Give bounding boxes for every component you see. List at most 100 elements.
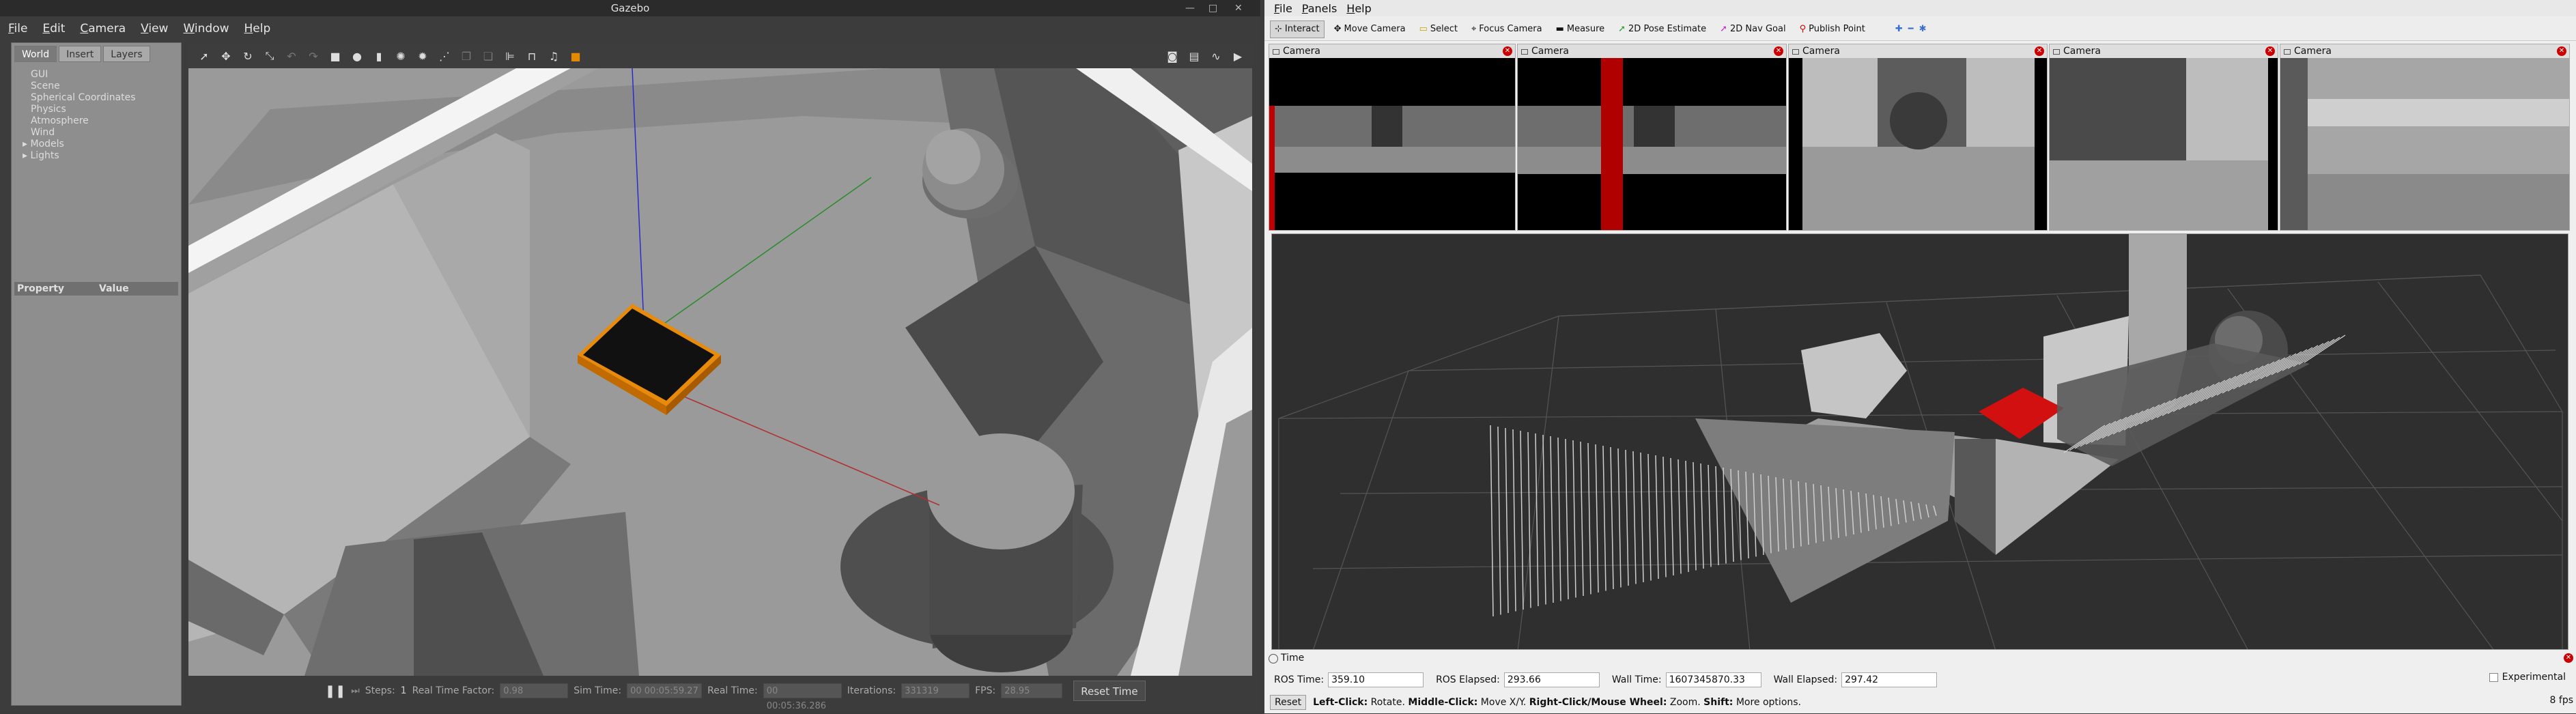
- tab-world[interactable]: World: [14, 46, 57, 62]
- tree-item-spherical[interactable]: Spherical Coordinates: [16, 92, 136, 104]
- close-icon[interactable]: ✕: [1503, 46, 1512, 56]
- close-icon[interactable]: ✕: [1234, 0, 1243, 16]
- directional-light-icon[interactable]: ⋰: [437, 48, 452, 63]
- move-camera-tool[interactable]: ✥ Move Camera: [1330, 20, 1410, 38]
- tree-item-physics[interactable]: Physics: [16, 104, 136, 115]
- camera-image: [2280, 58, 2569, 230]
- hint-left-key: Left-Click:: [1313, 697, 1368, 708]
- redo-icon[interactable]: ↷: [306, 48, 321, 63]
- paste-icon[interactable]: ❏: [481, 48, 496, 63]
- close-icon[interactable]: ✕: [1774, 46, 1783, 56]
- camera-header: Camera ✕: [2050, 44, 2278, 58]
- measure-tool[interactable]: ▬ Measure: [1552, 20, 1609, 38]
- close-icon[interactable]: ✕: [2557, 46, 2566, 56]
- scale-icon[interactable]: ⤡: [262, 48, 277, 63]
- rtf-value: 0.98: [500, 683, 569, 698]
- log-icon[interactable]: ▤: [1187, 48, 1202, 63]
- rotate-icon[interactable]: ↻: [240, 48, 255, 63]
- close-icon[interactable]: ✕: [2265, 46, 2275, 56]
- rviz-3d-viewport[interactable]: [1271, 233, 2568, 650]
- menu-panels[interactable]: Panels: [1302, 2, 1337, 15]
- hint-right-key: Right-Click/Mouse Wheel:: [1529, 697, 1667, 708]
- wall-time-field[interactable]: 1607345870.33: [1665, 672, 1761, 687]
- translate-icon[interactable]: ✥: [218, 48, 233, 63]
- minimize-icon[interactable]: —: [1185, 0, 1195, 16]
- camera-header: Camera ✕: [1518, 44, 1786, 58]
- tree-item-atmosphere[interactable]: Atmosphere: [16, 115, 136, 127]
- hint-left-text: Rotate.: [1368, 697, 1409, 708]
- plot-icon[interactable]: ∿: [1208, 48, 1223, 63]
- menu-window[interactable]: Window: [183, 22, 229, 35]
- pose-estimate-tool[interactable]: ➚ 2D Pose Estimate: [1614, 20, 1710, 38]
- menu-file[interactable]: File: [8, 22, 27, 35]
- focus-camera-icon: ⌖: [1471, 24, 1477, 34]
- video-icon[interactable]: ▶: [1230, 48, 1245, 63]
- tree-item-lights[interactable]: ▸ Lights: [16, 150, 136, 162]
- tree-item-wind[interactable]: Wind: [16, 127, 136, 139]
- tab-insert[interactable]: Insert: [59, 46, 102, 62]
- minus-icon[interactable]: ━: [1908, 24, 1914, 34]
- plus-icon[interactable]: ✚: [1895, 24, 1903, 34]
- menu-camera[interactable]: Camera: [80, 22, 126, 35]
- cylinder-icon[interactable]: ▮: [371, 48, 386, 63]
- publish-point-tool[interactable]: ⚲ Publish Point: [1796, 20, 1869, 38]
- spot-light-icon[interactable]: ✹: [415, 48, 430, 63]
- camera-title: Camera: [1531, 46, 1569, 57]
- expand-arrow-icon[interactable]: ▸: [23, 150, 30, 161]
- menu-help[interactable]: Help: [244, 22, 271, 35]
- tab-layers[interactable]: Layers: [103, 46, 150, 62]
- experimental-checkbox[interactable]: [2489, 672, 2498, 682]
- ros-time-field[interactable]: 359.10: [1328, 672, 1424, 687]
- undo-icon[interactable]: ↶: [284, 48, 299, 63]
- screenshot-icon[interactable]: ◙: [1165, 48, 1180, 63]
- property-col: Property: [17, 283, 65, 294]
- menu-file[interactable]: File: [1274, 2, 1292, 15]
- tree-item-gui[interactable]: GUI: [16, 69, 136, 81]
- camera-image: [1269, 58, 1515, 230]
- box-icon[interactable]: ■: [328, 48, 343, 63]
- property-header: Property Value: [14, 282, 178, 296]
- time-title: Time: [1281, 653, 1305, 663]
- time-panel-header: Time ✕: [1264, 651, 2576, 665]
- sim-time-value: 00 00:05:59.27: [627, 683, 703, 698]
- align-icon[interactable]: ⊫: [503, 48, 518, 63]
- real-time-label: Real Time:: [707, 685, 758, 696]
- gazebo-status-bar: ❚❚ ⏭ Steps: 1 Real Time Factor: 0.98 Sim…: [188, 676, 1252, 711]
- ros-elapsed-field[interactable]: 293.66: [1503, 672, 1600, 687]
- gazebo-menu-bar: File Edit Camera View Window Help: [0, 16, 1260, 41]
- select-mode-icon[interactable]: ➚: [197, 48, 212, 63]
- menu-view[interactable]: View: [141, 22, 168, 35]
- reset-time-button[interactable]: Reset Time: [1073, 681, 1146, 701]
- hint-middle-key: Middle-Click:: [1408, 697, 1478, 708]
- camera-panel-3: Camera ✕: [1788, 44, 2048, 231]
- tree-item-models[interactable]: ▸ Models: [16, 139, 136, 150]
- menu-help[interactable]: Help: [1346, 2, 1371, 15]
- select-tool[interactable]: ▭ Select: [1415, 20, 1462, 38]
- snap-icon[interactable]: ⊓: [524, 48, 539, 63]
- interact-tool[interactable]: ⊹ Interact: [1270, 20, 1325, 38]
- expand-arrow-icon[interactable]: ▸: [23, 139, 30, 149]
- reset-button[interactable]: Reset: [1270, 695, 1307, 710]
- wall-elapsed-field[interactable]: 297.42: [1841, 672, 1938, 687]
- gazebo-3d-viewport[interactable]: [188, 68, 1252, 676]
- pause-icon[interactable]: ❚❚: [325, 684, 345, 698]
- maximize-icon[interactable]: □: [1208, 0, 1217, 16]
- steps-value[interactable]: 1: [401, 685, 407, 696]
- close-icon[interactable]: ✕: [2564, 653, 2573, 663]
- menu-edit[interactable]: Edit: [42, 22, 65, 35]
- hint-right-text: Zoom.: [1667, 697, 1704, 708]
- focus-camera-tool[interactable]: ⌖ Focus Camera: [1467, 20, 1546, 38]
- view-angle-icon[interactable]: ■: [568, 48, 583, 63]
- sphere-icon[interactable]: ●: [350, 48, 365, 63]
- copy-icon[interactable]: ❐: [459, 48, 474, 63]
- point-light-icon[interactable]: ✺: [393, 48, 408, 63]
- options-icon[interactable]: ✱: [1919, 24, 1927, 34]
- world-tree: GUI Scene Spherical Coordinates Physics …: [16, 69, 136, 162]
- hint-row: Reset Left-Click: Rotate. Middle-Click: …: [1270, 694, 2567, 711]
- close-icon[interactable]: ✕: [2035, 46, 2044, 56]
- nav-goal-tool[interactable]: ➚ 2D Nav Goal: [1716, 20, 1789, 38]
- tree-item-scene[interactable]: Scene: [16, 81, 136, 92]
- audio-icon[interactable]: ♫: [546, 48, 561, 63]
- step-icon[interactable]: ⏭: [351, 685, 360, 696]
- fps-readout: 8 fps: [2549, 695, 2573, 706]
